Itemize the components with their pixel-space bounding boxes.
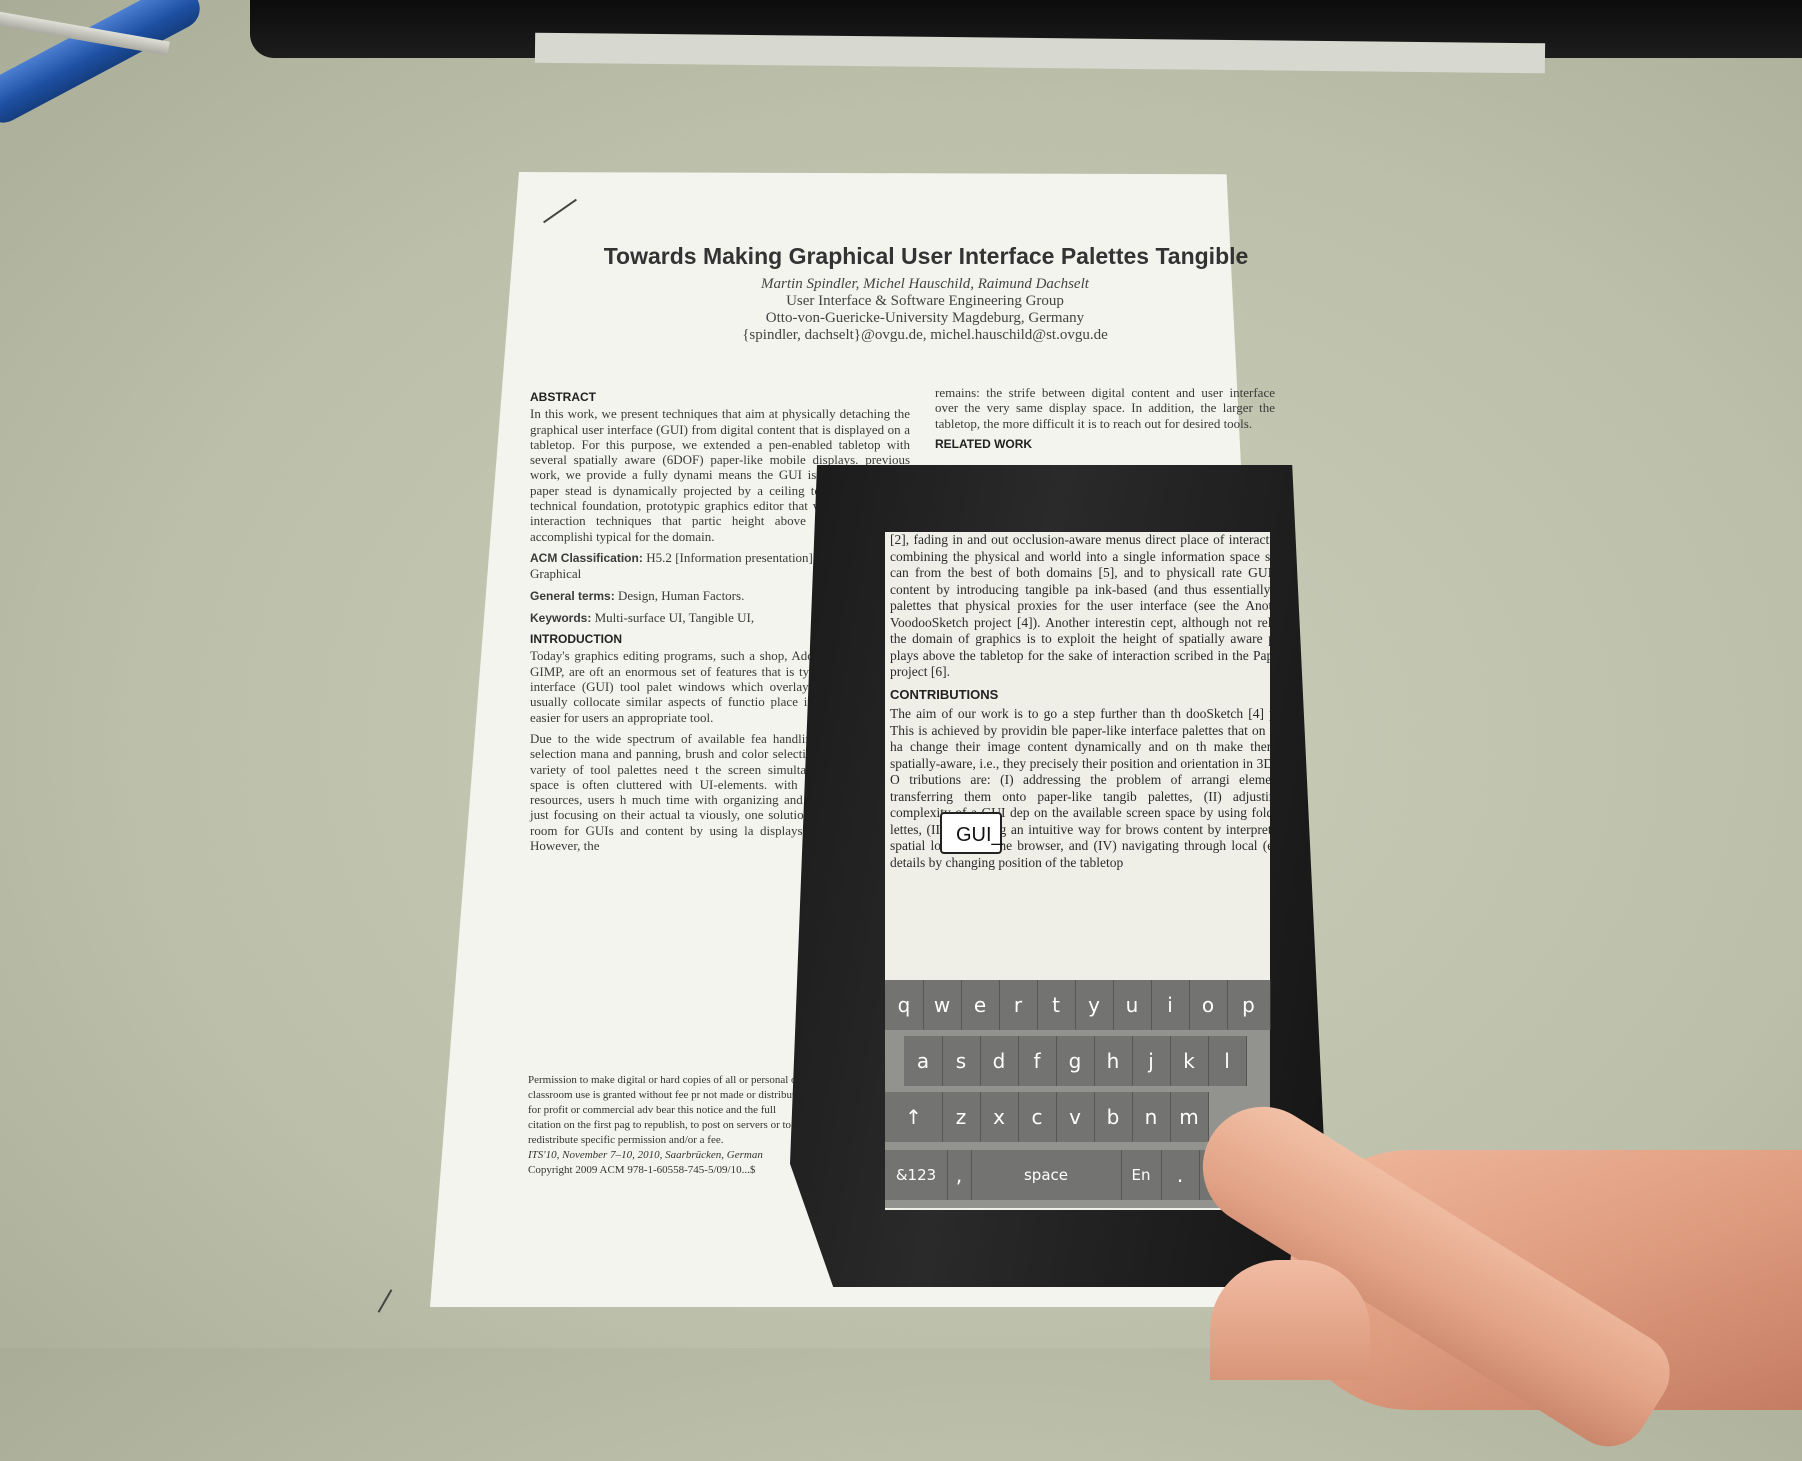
footnote-permission: Permission to make digital or hard copie… xyxy=(528,1074,806,1146)
key-f[interactable]: f xyxy=(1018,1036,1057,1086)
paper-authors: Martin Spindler, Michel Hauschild, Raimu… xyxy=(761,276,1089,292)
contributions-heading: CONTRIBUTIONS xyxy=(890,686,999,702)
shift-key[interactable]: ↑ xyxy=(885,1092,943,1142)
key-t[interactable]: t xyxy=(1037,980,1076,1030)
paper-affiliation-1: User Interface & Software Engineering Gr… xyxy=(786,293,1064,309)
general-text: Design, Human Factors. xyxy=(617,587,745,603)
acm-label: ACM Classification: xyxy=(530,550,643,565)
thumb xyxy=(1210,1260,1370,1380)
related-work-heading: RELATED WORK xyxy=(935,436,1033,451)
key-q[interactable]: q xyxy=(885,980,924,1030)
paper-footnote: Permission to make digital or hard copie… xyxy=(528,1073,808,1178)
key-c[interactable]: c xyxy=(1018,1092,1057,1142)
abstract-heading: ABSTRACT xyxy=(530,390,596,404)
general-label: General terms: xyxy=(530,588,615,603)
right-paragraph-1: remains: the strife between digital cont… xyxy=(935,385,1275,431)
key-i[interactable]: i xyxy=(1151,980,1190,1030)
key-a[interactable]: a xyxy=(904,1036,943,1086)
symbols-key[interactable]: &123 xyxy=(885,1150,948,1200)
key-b[interactable]: b xyxy=(1094,1092,1133,1142)
keywords-label: Keywords: xyxy=(530,610,592,625)
key-r[interactable]: r xyxy=(999,980,1038,1030)
key-y[interactable]: y xyxy=(1075,980,1114,1030)
paper-affiliation-2: Otto-von-Guericke-University Magdeburg, … xyxy=(765,310,1085,326)
key-d[interactable]: d xyxy=(980,1036,1019,1086)
key-s[interactable]: s xyxy=(942,1036,981,1086)
key-v[interactable]: v xyxy=(1056,1092,1095,1142)
footnote-venue: ITS'10, November 7–10, 2010, Saarbrücken… xyxy=(528,1149,763,1161)
key-p[interactable]: p xyxy=(1227,980,1271,1030)
key-o[interactable]: o xyxy=(1189,980,1228,1030)
key-k[interactable]: k xyxy=(1170,1036,1209,1086)
author-block: Martin Spindler, Michel Hauschild, Raimu… xyxy=(600,276,1250,344)
paper-right-column: remains: the strife between digital cont… xyxy=(935,385,1275,453)
period-key[interactable]: . xyxy=(1161,1150,1200,1200)
key-e[interactable]: e xyxy=(961,980,1000,1030)
key-w[interactable]: w xyxy=(923,980,962,1030)
key-l[interactable]: l xyxy=(1208,1036,1247,1086)
key-g[interactable]: g xyxy=(1056,1036,1095,1086)
photo-scene: Towards Making Graphical User Interface … xyxy=(0,0,1802,1461)
key-n[interactable]: n xyxy=(1132,1092,1171,1142)
keywords-text: Multi-surface UI, Tangible UI, xyxy=(594,609,755,625)
text-input-field[interactable]: GUI_ xyxy=(940,812,1003,854)
screen-paragraph-1: [2], fading in and out occlusion-aware m… xyxy=(890,532,1270,679)
key-m[interactable]: m xyxy=(1170,1092,1209,1142)
pen-mark-table xyxy=(377,1289,393,1313)
key-h[interactable]: h xyxy=(1094,1036,1133,1086)
language-key[interactable]: En xyxy=(1121,1150,1162,1200)
paper-title: Towards Making Graphical User Interface … xyxy=(603,243,1249,269)
key-x[interactable]: x xyxy=(980,1092,1019,1142)
space-key[interactable]: space xyxy=(971,1150,1122,1200)
key-z[interactable]: z xyxy=(942,1092,981,1142)
comma-key[interactable]: , xyxy=(947,1150,972,1200)
key-u[interactable]: u xyxy=(1113,980,1152,1030)
footnote-copyright: Copyright 2009 ACM 978-1-60558-745-5/09/… xyxy=(528,1164,756,1176)
key-j[interactable]: j xyxy=(1132,1036,1171,1086)
paper-emails: {spindler, dachselt}@ovgu.de, michel.hau… xyxy=(742,327,1108,343)
